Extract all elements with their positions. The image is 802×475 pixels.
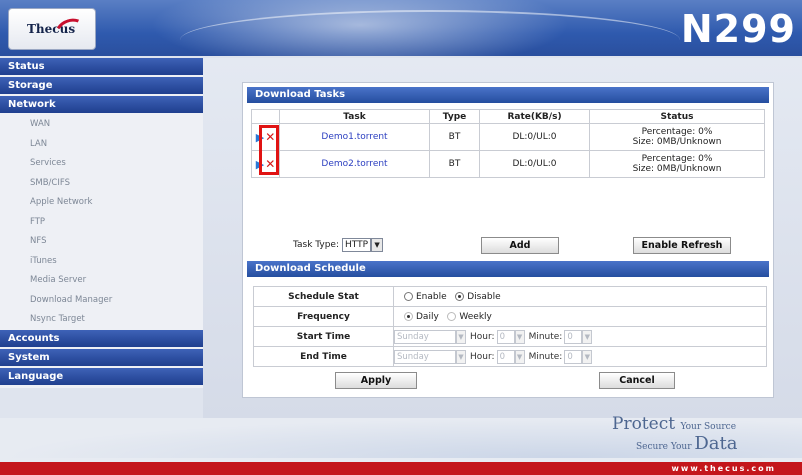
enable-radio-label: Enable xyxy=(416,291,447,302)
schedule-stat-label: Schedule Stat xyxy=(253,286,394,307)
sidebar-category-storage[interactable]: Storage xyxy=(0,77,203,94)
disable-radio[interactable] xyxy=(455,291,465,301)
end-time-label: End Time xyxy=(253,346,394,367)
chevron-down-icon[interactable]: ▼ xyxy=(582,349,593,364)
download-schedule-table: Schedule Stat Enable Disable Frequency D… xyxy=(253,286,767,367)
task-type-label: Task Type: xyxy=(293,240,339,250)
weekly-radio-label: Weekly xyxy=(459,311,492,322)
table-header-type: Type xyxy=(429,109,480,124)
chevron-down-icon[interactable]: ▼ xyxy=(456,349,466,364)
start-time-controls: Sunday ▼ Hour: 0 ▼ Minute: 0 ▼ xyxy=(393,326,767,347)
chevron-down-icon[interactable]: ▼ xyxy=(582,329,593,344)
end-time-controls: Sunday ▼ Hour: 0 ▼ Minute: 0 ▼ xyxy=(393,346,767,367)
start-minute-select[interactable]: 0 xyxy=(564,329,583,344)
slogan-secure: Secure Your Data xyxy=(636,433,738,454)
chevron-down-icon[interactable]: ▼ xyxy=(371,238,384,252)
end-time-row: End Time Sunday ▼ Hour: 0 ▼ Minute: 0 ▼ xyxy=(253,346,767,367)
sidebar-item-wan[interactable]: WAN xyxy=(0,115,203,135)
slogan-data-word: Data xyxy=(694,433,738,454)
logo-arc-icon xyxy=(51,14,91,50)
sidebar-item-smb-cifs[interactable]: SMB/CIFS xyxy=(0,174,203,194)
sidebar: Status Storage Network WAN LAN Services … xyxy=(0,58,203,388)
task-status: Percentage: 0% Size: 0MB/Unknown xyxy=(589,123,765,151)
end-day-select[interactable]: Sunday xyxy=(394,349,456,364)
slogan-secure-your: Secure Your xyxy=(636,442,692,452)
add-button[interactable]: Add xyxy=(481,237,559,254)
task-name[interactable]: Demo2.torrent xyxy=(279,150,430,178)
task-status-percentage: Percentage: 0% xyxy=(641,127,713,137)
sidebar-item-itunes[interactable]: iTunes xyxy=(0,252,203,272)
start-hour-label: Hour: xyxy=(470,332,495,342)
task-name[interactable]: Demo1.torrent xyxy=(279,123,430,151)
start-time-label: Start Time xyxy=(253,326,394,347)
cancel-button[interactable]: Cancel xyxy=(599,372,675,389)
start-day-select[interactable]: Sunday xyxy=(394,329,456,344)
chevron-down-icon[interactable]: ▼ xyxy=(514,349,525,364)
slogan-protect-word: Protect xyxy=(612,414,676,434)
apply-button[interactable]: Apply xyxy=(335,372,417,389)
sidebar-category-network[interactable]: Network xyxy=(0,96,203,113)
download-schedule-header: Download Schedule xyxy=(247,261,769,277)
sidebar-category-language[interactable]: Language xyxy=(0,367,203,385)
start-minute-label: Minute: xyxy=(528,332,563,342)
end-minute-label: Minute: xyxy=(528,352,563,362)
task-type-select[interactable]: HTTP xyxy=(342,238,372,252)
task-status-size: Size: 0MB/Unknown xyxy=(632,164,722,174)
schedule-stat-row: Schedule Stat Enable Disable xyxy=(253,286,767,307)
download-tasks-header: Download Tasks xyxy=(247,87,769,103)
disable-radio-label: Disable xyxy=(467,291,501,302)
sidebar-item-nfs[interactable]: NFS xyxy=(0,232,203,252)
task-rate: DL:0/UL:0 xyxy=(479,150,590,178)
task-type-selector: Task Type: HTTP ▼ xyxy=(293,238,384,252)
highlight-box xyxy=(259,125,279,175)
daily-radio-label: Daily xyxy=(416,311,439,322)
sidebar-item-lan[interactable]: LAN xyxy=(0,135,203,155)
download-manager-panel: Download Tasks Task Type Rate(KB/s) Stat… xyxy=(242,82,774,398)
enable-radio[interactable] xyxy=(404,291,413,301)
slogan-protect: Protect Your Source xyxy=(612,414,736,434)
download-tasks-table: Task Type Rate(KB/s) Status ▶✕ Demo1.tor… xyxy=(251,109,765,178)
end-hour-label: Hour: xyxy=(470,352,495,362)
footer-url-bar: www.thecus.com xyxy=(0,462,802,475)
frequency-label: Frequency xyxy=(253,306,394,327)
enable-refresh-button[interactable]: Enable Refresh xyxy=(633,237,731,254)
start-time-row: Start Time Sunday ▼ Hour: 0 ▼ Minute: 0 ▼ xyxy=(253,326,767,347)
app-header: Thecus N299 xyxy=(0,0,802,56)
table-row: ▶✕ Demo1.torrent BT DL:0/UL:0 Percentage… xyxy=(251,123,765,151)
table-header-status: Status xyxy=(589,109,765,124)
start-hour-select[interactable]: 0 xyxy=(496,329,515,344)
table-header-select xyxy=(251,109,280,124)
sidebar-item-ftp[interactable]: FTP xyxy=(0,213,203,233)
model-name: N299 xyxy=(680,7,796,51)
frequency-options: Daily Weekly xyxy=(393,306,767,327)
slogan-your-source: Your Source xyxy=(680,422,737,432)
table-header-task: Task xyxy=(279,109,430,124)
task-type: BT xyxy=(429,150,480,178)
task-status-percentage: Percentage: 0% xyxy=(641,154,713,164)
sidebar-category-status[interactable]: Status xyxy=(0,58,203,75)
sidebar-item-download-manager[interactable]: Download Manager xyxy=(0,291,203,311)
end-hour-select[interactable]: 0 xyxy=(496,349,515,364)
sidebar-item-services[interactable]: Services xyxy=(0,154,203,174)
task-status: Percentage: 0% Size: 0MB/Unknown xyxy=(589,150,765,178)
task-rate: DL:0/UL:0 xyxy=(479,123,590,151)
chevron-down-icon[interactable]: ▼ xyxy=(456,329,466,344)
end-minute-select[interactable]: 0 xyxy=(564,349,583,364)
table-header-rate: Rate(KB/s) xyxy=(479,109,590,124)
daily-radio[interactable] xyxy=(404,311,413,321)
sidebar-item-nsync-target[interactable]: Nsync Target xyxy=(0,310,203,330)
sidebar-item-media-server[interactable]: Media Server xyxy=(0,271,203,291)
sidebar-item-apple-network[interactable]: Apple Network xyxy=(0,193,203,213)
chevron-down-icon[interactable]: ▼ xyxy=(514,329,525,344)
table-row: ▶✕ Demo2.torrent BT DL:0/UL:0 Percentage… xyxy=(251,150,765,178)
sidebar-category-accounts[interactable]: Accounts xyxy=(0,329,203,347)
schedule-stat-options: Enable Disable xyxy=(393,286,767,307)
task-status-size: Size: 0MB/Unknown xyxy=(632,137,722,147)
sidebar-category-system[interactable]: System xyxy=(0,348,203,366)
frequency-row: Frequency Daily Weekly xyxy=(253,306,767,327)
task-type: BT xyxy=(429,123,480,151)
thecus-logo: Thecus xyxy=(8,8,96,50)
weekly-radio[interactable] xyxy=(447,311,457,321)
